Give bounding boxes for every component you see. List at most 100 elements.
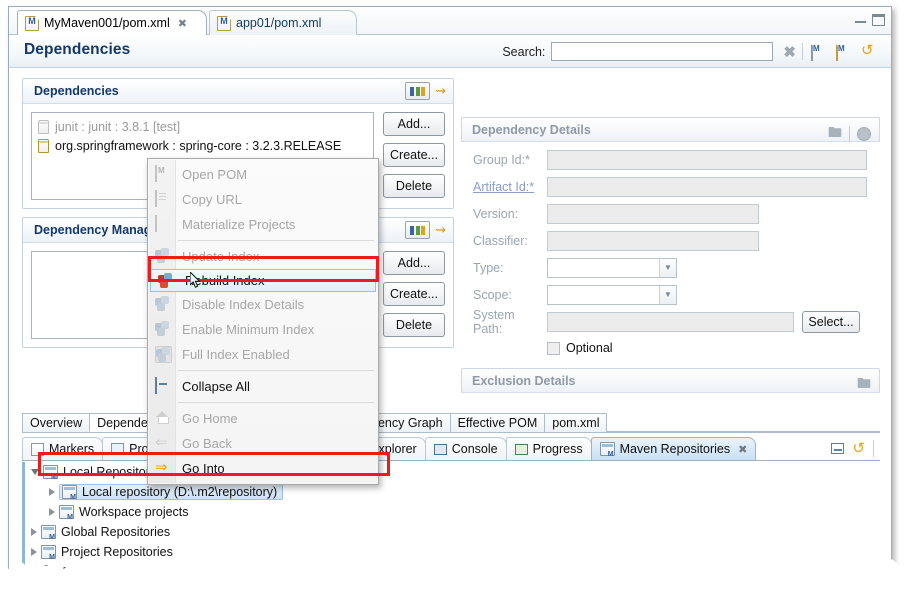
exclusion-details-tools: 🖿 <box>857 373 871 397</box>
delete-button[interactable]: Delete <box>383 174 445 198</box>
scope-select[interactable]: ▼ <box>547 285 677 305</box>
tab-overview[interactable]: Overview <box>22 413 90 432</box>
chevron-down-icon[interactable] <box>31 469 39 475</box>
toolbar-separator <box>873 440 874 457</box>
screenshot-root: MyMaven001/pom.xml ✖ app01/pom.xml Depen… <box>0 0 907 594</box>
system-path-field[interactable] <box>547 312 794 332</box>
add-button[interactable]: Add... <box>383 251 445 275</box>
menu-item-update-index[interactable]: Update Index <box>148 244 378 269</box>
tab-effective-pom[interactable]: Effective POM <box>450 413 546 432</box>
refresh-icon[interactable]: ↺ <box>861 43 878 60</box>
menu-item-label: Go Into <box>182 461 225 476</box>
columns-toggle-icon[interactable] <box>405 82 430 100</box>
dependency-details-tools: 🖿 <box>828 122 871 146</box>
index-icon-active <box>158 273 175 290</box>
tree-item-workspace-projects[interactable]: Workspace projects <box>25 502 880 522</box>
list-item[interactable]: junit : junit : 3.8.1 [test] <box>35 117 370 136</box>
list-item[interactable]: org.springframework : spring-core : 3.2.… <box>35 136 370 155</box>
open-folder-icon[interactable]: 🖿 <box>857 373 871 397</box>
copy-icon <box>155 191 172 208</box>
maven-pom-icon <box>25 16 39 31</box>
view-tab-label: Progress <box>533 442 583 456</box>
version-field[interactable] <box>547 204 759 224</box>
menu-item-copy-url[interactable]: Copy URL <box>148 187 378 212</box>
menu-item-label: Full Index Enabled <box>182 347 290 362</box>
menu-item-go-home[interactable]: Go Home <box>148 406 378 431</box>
close-icon[interactable]: ✖ <box>178 17 187 30</box>
sort-icon[interactable]: ⇝ <box>435 83 446 99</box>
view-tab-label: Console <box>452 442 498 456</box>
index-icon <box>155 248 172 265</box>
optional-label: Optional <box>566 341 613 355</box>
optional-checkbox[interactable] <box>547 342 560 355</box>
classifier-field[interactable] <box>547 231 759 251</box>
menu-item-disable-index-details[interactable]: Disable Index Details <box>148 292 378 317</box>
menu-item-full-index-enabled[interactable]: Full Index Enabled <box>148 342 378 367</box>
menu-item-collapse-all[interactable]: Collapse All <box>148 374 378 399</box>
menu-separator <box>178 402 374 403</box>
delete-button[interactable]: Delete <box>383 313 445 337</box>
artifact-id-label[interactable]: Artifact Id:* <box>473 180 547 194</box>
menu-item-enable-minimum-index[interactable]: Enable Minimum Index <box>148 317 378 342</box>
tab-pom-xml[interactable]: pom.xml <box>544 413 607 432</box>
menu-item-materialize-projects[interactable]: Materialize Projects <box>148 212 378 237</box>
open-effective-pom-icon[interactable] <box>836 43 853 60</box>
view-tab-markers[interactable]: Markers <box>22 437 103 460</box>
chevron-right-icon[interactable] <box>49 508 55 516</box>
editor-tab-mymaven001-pom[interactable]: MyMaven001/pom.xml ✖ <box>17 10 207 35</box>
jar-icon <box>38 120 49 134</box>
clear-search-icon[interactable]: ✖ <box>783 43 796 61</box>
menu-item-label: Disable Index Details <box>182 297 304 312</box>
sort-icon[interactable]: ⇝ <box>435 222 446 238</box>
page-title: Dependencies <box>24 41 130 59</box>
globe-icon[interactable] <box>857 127 871 141</box>
properties-icon <box>111 443 124 455</box>
artifact-id-field[interactable] <box>547 177 867 197</box>
chevron-down-icon: ▼ <box>659 286 676 304</box>
chevron-right-icon[interactable] <box>49 488 55 496</box>
select-button[interactable]: Select... <box>802 311 860 333</box>
menu-item-rebuild-index[interactable]: Rebuild Index <box>150 269 376 292</box>
columns-toggle-icon[interactable] <box>405 221 430 239</box>
maven-repo-icon <box>600 442 615 456</box>
search-input[interactable] <box>551 42 773 61</box>
minimize-icon[interactable] <box>855 14 866 23</box>
close-icon[interactable]: ✖ <box>738 443 747 456</box>
index-icon <box>155 346 172 363</box>
open-pom-icon[interactable] <box>811 43 828 60</box>
home-icon <box>155 410 172 427</box>
view-tab-maven-repositories[interactable]: Maven Repositories ✖ <box>591 437 757 460</box>
open-folder-icon[interactable]: 🖿 <box>828 122 842 146</box>
editor-tab-app01-pom[interactable]: app01/pom.xml <box>209 10 357 35</box>
menu-item-label: Materialize Projects <box>182 217 295 232</box>
refresh-icon[interactable]: ↺ <box>852 441 865 456</box>
maximize-icon[interactable] <box>872 14 885 26</box>
add-button[interactable]: Add... <box>383 112 445 136</box>
chevron-right-icon[interactable] <box>31 528 37 536</box>
pom-form-page: Dependencies Search: ✖ ↺ <box>9 35 891 576</box>
group-id-label: Group Id:* <box>473 153 547 167</box>
minimize-view-icon[interactable] <box>831 443 844 454</box>
torn-paper-edge <box>0 548 907 594</box>
tree-item-global-repositories[interactable]: Global Repositories <box>25 522 880 542</box>
context-menu[interactable]: Open POM Copy URL Materialize Projects U… <box>147 158 379 485</box>
menu-item-go-into[interactable]: ⇒ Go Into <box>148 456 378 481</box>
type-select[interactable]: ▼ <box>547 258 677 278</box>
dependency-details-header: Dependency Details 🖿 <box>461 117 880 142</box>
toolbar-separator <box>849 126 850 143</box>
menu-item-open-pom[interactable]: Open POM <box>148 162 378 187</box>
create-button[interactable]: Create... <box>383 282 445 306</box>
classifier-label: Classifier: <box>473 234 547 248</box>
editor-tab-bar: MyMaven001/pom.xml ✖ app01/pom.xml <box>9 7 891 35</box>
tree-item-local-repository[interactable]: Local repository (D:\.m2\repository) <box>25 482 880 502</box>
dependency-label: org.springframework : spring-core : 3.2.… <box>55 139 341 153</box>
type-label: Type: <box>473 261 547 275</box>
view-tab-progress[interactable]: Progress <box>506 437 592 460</box>
menu-item-go-back[interactable]: ⇐ Go Back <box>148 431 378 456</box>
eclipse-editor-window: MyMaven001/pom.xml ✖ app01/pom.xml Depen… <box>8 6 892 576</box>
exclusion-details-header: Exclusion Details 🖿 <box>461 368 880 393</box>
create-button[interactable]: Create... <box>383 143 445 167</box>
group-id-field[interactable] <box>547 150 867 170</box>
right-column: Dependency Details 🖿 Group Id:* Artifact… <box>461 117 880 393</box>
view-tab-console[interactable]: Console <box>425 437 507 460</box>
